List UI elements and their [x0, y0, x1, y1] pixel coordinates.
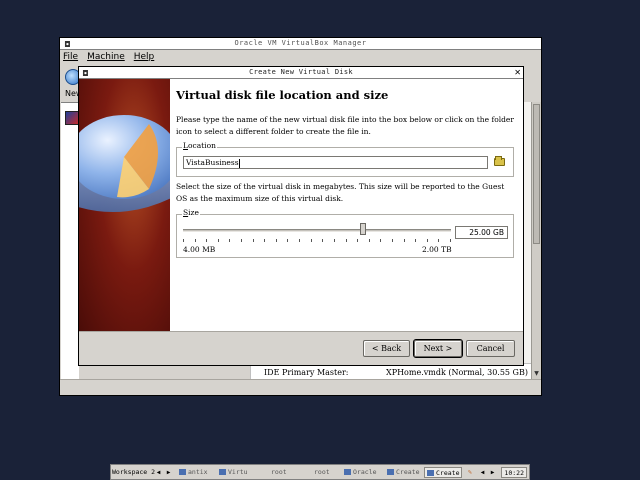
details-storage-key: IDE Primary Master: — [264, 368, 349, 377]
task-item[interactable]: root — [271, 467, 287, 478]
location-legend: Location — [182, 141, 217, 150]
window-menu-icon[interactable]: ◘ — [65, 39, 70, 50]
size-min-label: 4.00 MB — [183, 245, 216, 254]
location-group: Location VistaBusiness — [176, 141, 514, 177]
taskbar: Workspace 2 ◀ ▶ antix Virtu root root Or… — [110, 464, 530, 480]
dialog-title: Create New Virtual Disk — [249, 68, 353, 76]
back-button[interactable]: < Back — [363, 340, 410, 357]
size-max-label: 2.00 TB — [422, 245, 452, 254]
slider-tick — [195, 239, 196, 242]
main-window-title: Oracle VM VirtualBox Manager — [234, 39, 367, 47]
dialog-title-bar: ◘ Create New Virtual Disk ✕ — [79, 67, 523, 79]
slider-tick — [299, 239, 300, 242]
slider-tick — [369, 239, 370, 242]
slider-tick — [311, 239, 312, 242]
slider-tick — [322, 239, 323, 242]
menu-machine[interactable]: Machine — [87, 50, 125, 64]
size-group: Size 25.00 GB 4.00 MB 2.00 TB — [176, 208, 514, 258]
clock[interactable]: 10:22 — [501, 467, 527, 478]
slider-tick — [183, 239, 184, 242]
scrollbar-thumb[interactable] — [533, 104, 540, 244]
pencil-icon[interactable]: ✎ — [468, 467, 475, 477]
task-item[interactable]: Create — [387, 467, 419, 478]
tray-prev-icon[interactable]: ◀ — [479, 467, 486, 478]
slider-tick — [380, 239, 381, 242]
dialog-window-menu-icon[interactable]: ◘ — [83, 68, 88, 79]
slider-tick — [287, 239, 288, 242]
terminal-icon — [179, 469, 186, 475]
slider-tick — [334, 239, 335, 242]
slider-tick — [404, 239, 405, 242]
menu-help[interactable]: Help — [134, 50, 155, 64]
wizard-content: Virtual disk file location and size Plea… — [170, 79, 523, 331]
main-title-bar: ◘ Oracle VM VirtualBox Manager — [60, 38, 541, 50]
next-button[interactable]: Next > — [413, 339, 463, 358]
menu-bar: File Machine Help — [60, 50, 541, 64]
menu-file[interactable]: File — [63, 50, 78, 64]
location-input-value: VistaBusiness — [186, 158, 239, 167]
size-legend: Size — [182, 208, 200, 217]
details-storage-value: XPHome.vmdk (Normal, 30.55 GB) — [386, 368, 528, 377]
slider-tick — [346, 239, 347, 242]
slider-tick — [392, 239, 393, 242]
workspace-label[interactable]: Workspace 2 — [112, 467, 155, 478]
choose-folder-button[interactable] — [493, 156, 507, 169]
cancel-button[interactable]: Cancel — [466, 340, 515, 357]
task-item[interactable]: Virtu — [219, 467, 248, 478]
details-scrollbar[interactable]: ▼ — [531, 102, 541, 379]
slider-tick — [357, 239, 358, 242]
task-item[interactable]: Oracle — [344, 467, 376, 478]
wizard-disk-image — [79, 79, 170, 331]
size-instructions: Select the size of the virtual disk in m… — [176, 182, 505, 203]
vm-list-panel — [61, 102, 79, 379]
oracle-icon — [344, 469, 351, 475]
close-icon[interactable]: ✕ — [515, 67, 521, 78]
slider-tick — [438, 239, 439, 242]
virtualbox-icon — [219, 469, 226, 475]
create-virtual-disk-dialog: ◘ Create New Virtual Disk ✕ Virtual disk… — [78, 66, 524, 366]
main-window-footer — [60, 379, 541, 395]
text-caret — [238, 158, 240, 168]
dialog-button-bar: < Back Next > Cancel — [79, 331, 523, 365]
page-title: Virtual disk file location and size — [176, 88, 389, 102]
create-icon — [387, 469, 394, 475]
task-item[interactable]: antix — [179, 467, 208, 478]
workspace-next-icon[interactable]: ▶ — [165, 467, 172, 478]
slider-tick — [229, 239, 230, 242]
slider-tick — [241, 239, 242, 242]
tray-next-icon[interactable]: ▶ — [489, 467, 496, 478]
slider-tick — [276, 239, 277, 242]
slider-tick — [415, 239, 416, 242]
size-slider-ticks — [183, 239, 451, 243]
task-item[interactable]: root — [314, 467, 330, 478]
slider-tick — [253, 239, 254, 242]
size-slider-handle[interactable] — [360, 223, 366, 235]
location-input[interactable]: VistaBusiness — [183, 156, 488, 169]
size-value-field[interactable]: 25.00 GB — [455, 226, 508, 239]
folder-icon — [494, 156, 505, 166]
slider-tick — [427, 239, 428, 242]
scroll-down-arrow-icon[interactable]: ▼ — [533, 370, 540, 378]
slider-tick — [264, 239, 265, 242]
workspace-prev-icon[interactable]: ◀ — [155, 467, 162, 478]
create-icon — [427, 470, 434, 476]
task-item-active[interactable]: Create — [424, 467, 463, 478]
size-slider-track[interactable] — [183, 229, 451, 232]
location-instructions: Please type the name of the new virtual … — [176, 115, 514, 136]
slider-tick — [206, 239, 207, 242]
hard-disk-icon — [79, 115, 170, 212]
slider-tick — [450, 239, 451, 242]
slider-tick — [218, 239, 219, 242]
vm-os-icon[interactable] — [65, 111, 79, 125]
